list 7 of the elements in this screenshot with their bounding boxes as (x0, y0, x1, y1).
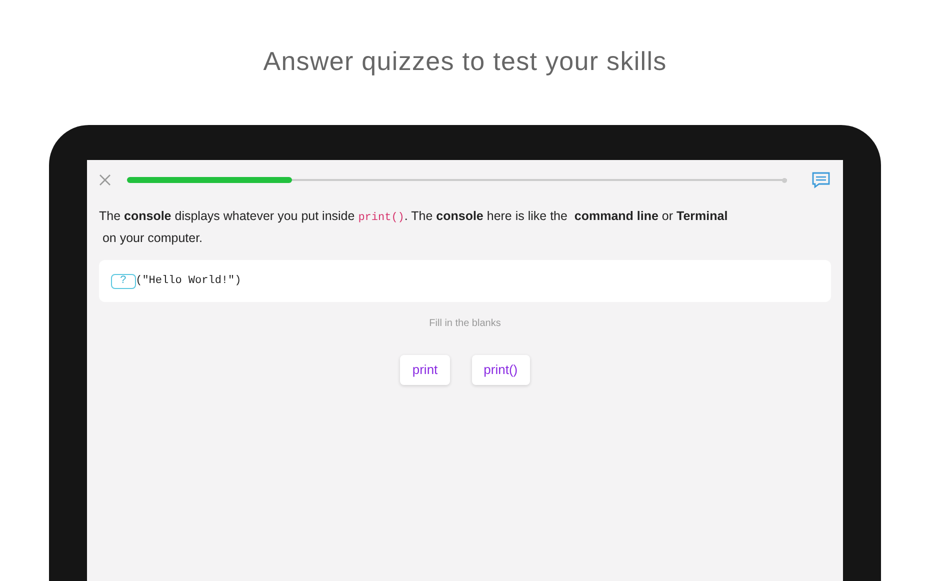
answer-option[interactable]: print() (472, 355, 530, 385)
answer-option[interactable]: print (400, 355, 450, 385)
hint-text: Fill in the blanks (428, 317, 502, 331)
headline: Answer quizzes to test your skills (263, 45, 667, 78)
code-text: ("Hello World!") (136, 274, 242, 289)
close-icon[interactable] (99, 174, 111, 186)
comment-icon[interactable] (811, 171, 831, 189)
